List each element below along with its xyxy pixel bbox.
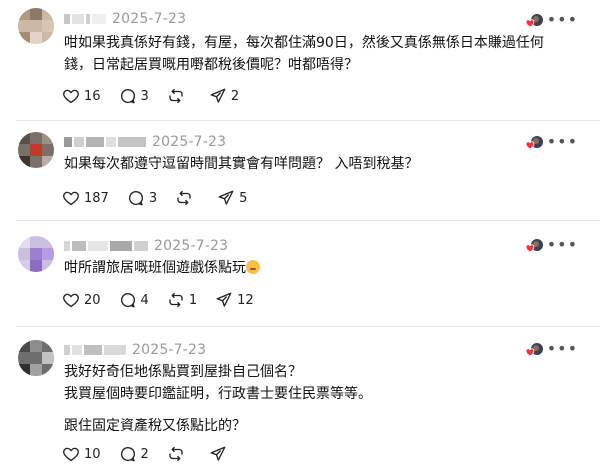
- repost-count: 1: [188, 292, 198, 308]
- post-text-line: 我買屋個時要印鑑証明，行政書士要住民票等等。: [64, 386, 372, 402]
- reply-button[interactable]: 3: [127, 189, 157, 207]
- like-button[interactable]: 187: [62, 189, 109, 207]
- comment-icon: [119, 445, 137, 463]
- post-text: 咁所謂旅居嘅班個遊戲係點玩: [64, 260, 246, 276]
- thinking-emoji-icon: [246, 260, 260, 274]
- post-header: 2025-7-23: [64, 9, 186, 29]
- post-date[interactable]: 2025-7-23: [152, 134, 226, 150]
- send-icon: [209, 445, 227, 463]
- like-count: 16: [84, 88, 101, 104]
- action-bar: 20 4 1 12: [62, 290, 272, 310]
- username-redacted[interactable]: [64, 14, 106, 24]
- repost-icon: [167, 445, 185, 463]
- post-text-line: 我好好奇佢地係點買到屋掛自己個名？: [64, 364, 302, 380]
- reply-count: 3: [148, 190, 158, 206]
- comment-icon: [119, 87, 137, 105]
- reply-count: 2: [140, 446, 149, 462]
- post-date[interactable]: 2025-7-23: [112, 11, 186, 27]
- avatar[interactable]: [18, 340, 54, 376]
- more-icon[interactable]: •••: [547, 134, 578, 150]
- reply-count: 3: [140, 88, 149, 104]
- send-icon: [217, 189, 235, 207]
- more-icon[interactable]: •••: [547, 237, 578, 253]
- like-count: 10: [84, 446, 101, 462]
- action-bar: 187 3 5: [62, 188, 265, 208]
- repost-icon: [167, 87, 185, 105]
- post-date[interactable]: 2025-7-23: [154, 238, 228, 254]
- share-count: 5: [239, 190, 248, 206]
- reply-button[interactable]: 3: [119, 87, 149, 105]
- action-bar: 10 2: [62, 444, 251, 464]
- author-liked-icon: [525, 136, 543, 150]
- repost-icon: [167, 291, 185, 309]
- post-header: 2025-7-23: [64, 236, 228, 256]
- repost-button[interactable]: [167, 87, 189, 105]
- action-bar: 16 3 2: [62, 86, 257, 106]
- share-button[interactable]: [209, 445, 231, 463]
- reply-button[interactable]: 2: [119, 445, 149, 463]
- like-button[interactable]: 16: [62, 87, 101, 105]
- post-text-line: 錢，日常起居買嘅用嘢都稅後價呢？咁都唔得？: [64, 57, 358, 73]
- author-liked-icon: [525, 239, 543, 253]
- heart-icon: [62, 445, 80, 463]
- avatar[interactable]: [18, 236, 54, 272]
- reply-post-4: 2025-7-23 ••• 我好好奇佢地係點買到屋掛自己個名？ 我買屋個時要印鑑…: [0, 326, 600, 474]
- reply-count: 4: [140, 292, 149, 308]
- like-button[interactable]: 20: [62, 291, 101, 309]
- repost-button[interactable]: [167, 445, 189, 463]
- post-body: 咁如果我真係好有錢，有屋，每次都住滿90日，然後又真係無係日本賺過任何 錢，日常…: [64, 32, 572, 76]
- send-icon: [215, 291, 233, 309]
- post-text-line: 咁如果我真係好有錢，有屋，每次都住滿90日，然後又真係無係日本賺過任何: [64, 35, 544, 51]
- avatar[interactable]: [18, 132, 54, 168]
- like-count: 20: [84, 292, 101, 308]
- post-body: 咁所謂旅居嘅班個遊戲係點玩: [64, 257, 572, 279]
- repost-button[interactable]: [175, 189, 197, 207]
- share-count: 2: [230, 88, 240, 104]
- post-body: 我好好奇佢地係點買到屋掛自己個名？ 我買屋個時要印鑑証明，行政書士要住民票等等。…: [64, 361, 572, 437]
- share-button[interactable]: 2: [209, 87, 239, 105]
- heart-icon: [62, 189, 80, 207]
- post-text-line: 如果每次都遵守逗留時間其實會有咩問題？ 入唔到稅基？: [64, 156, 419, 172]
- share-button[interactable]: 12: [215, 291, 254, 309]
- share-button[interactable]: 5: [217, 189, 247, 207]
- post-header: 2025-7-23: [64, 340, 206, 360]
- username-redacted[interactable]: [64, 345, 126, 355]
- like-count: 187: [84, 190, 109, 206]
- author-liked-icon: [525, 14, 543, 28]
- author-liked-icon: [525, 343, 543, 357]
- reply-post-2: 2025-7-23 ••• 如果每次都遵守逗留時間其實會有咩問題？ 入唔到稅基？…: [0, 120, 600, 220]
- username-redacted[interactable]: [64, 137, 146, 147]
- post-header: 2025-7-23: [64, 132, 226, 152]
- share-count: 12: [237, 292, 254, 308]
- reply-post-3: 2025-7-23 ••• 咁所謂旅居嘅班個遊戲係點玩 20 4 1 12: [0, 220, 600, 326]
- more-icon[interactable]: •••: [547, 12, 578, 28]
- more-icon[interactable]: •••: [547, 341, 578, 357]
- heart-icon: [62, 87, 80, 105]
- username-redacted[interactable]: [64, 241, 148, 251]
- avatar[interactable]: [18, 8, 54, 44]
- repost-icon: [175, 189, 193, 207]
- post-text-line: 跟住固定資產稅又係點比的？: [64, 418, 246, 434]
- reply-button[interactable]: 4: [119, 291, 149, 309]
- send-icon: [209, 87, 227, 105]
- heart-icon: [62, 291, 80, 309]
- post-date[interactable]: 2025-7-23: [132, 342, 206, 358]
- reply-post-1: 2025-7-23 ••• 咁如果我真係好有錢，有屋，每次都住滿90日，然後又真…: [0, 0, 600, 120]
- post-body: 如果每次都遵守逗留時間其實會有咩問題？ 入唔到稅基？: [64, 153, 572, 175]
- like-button[interactable]: 10: [62, 445, 101, 463]
- post-text-line: 咁所謂旅居嘅班個遊戲係點玩: [64, 257, 572, 279]
- comment-icon: [127, 189, 145, 207]
- repost-button[interactable]: 1: [167, 291, 197, 309]
- comment-icon: [119, 291, 137, 309]
